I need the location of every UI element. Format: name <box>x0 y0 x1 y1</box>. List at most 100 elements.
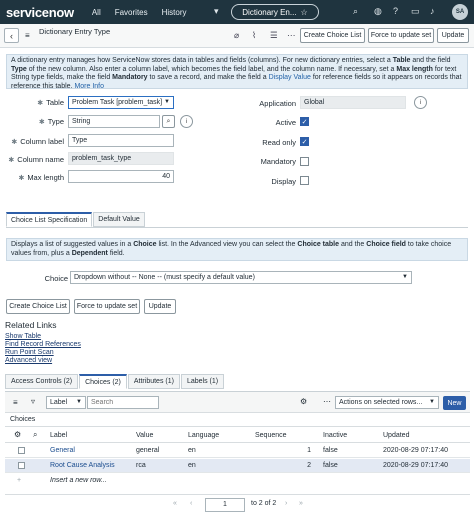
last-page-icon[interactable]: » <box>299 500 303 507</box>
display-checkbox[interactable] <box>300 176 309 185</box>
row-value[interactable]: rca <box>136 462 146 469</box>
insert-row[interactable]: + Insert a new row... <box>5 474 470 488</box>
row-updated[interactable]: 2020-08-29 07:17:40 <box>383 462 448 469</box>
hamburger-icon[interactable]: ≡ <box>25 31 30 40</box>
search-input[interactable] <box>87 396 159 409</box>
column-header-inactive[interactable]: Inactive <box>323 432 347 439</box>
update-button[interactable]: Update <box>437 28 469 43</box>
insert-row-text[interactable]: Insert a new row... <box>50 477 107 484</box>
info-text: field. <box>107 249 125 257</box>
tab-default-value[interactable]: Default Value <box>93 212 145 227</box>
chevron-down-icon[interactable]: ▾ <box>214 6 219 17</box>
tab-labels[interactable]: Labels (1) <box>180 374 225 389</box>
row-checkbox[interactable] <box>18 462 25 469</box>
nav-all[interactable]: All <box>92 8 101 17</box>
mandatory-label: Mandatory <box>260 157 296 166</box>
settings-sliders-icon[interactable]: ☰ <box>270 30 278 41</box>
display-value-link[interactable]: Display Value <box>269 74 311 81</box>
more-options-icon[interactable]: ⋯ <box>287 30 296 41</box>
create-choice-list-button-bottom[interactable]: Create Choice List <box>6 299 70 314</box>
pagination: « ‹ 1 to 2 of 2 › » <box>5 494 470 512</box>
show-table-link[interactable]: Show Table <box>5 333 41 340</box>
row-label[interactable]: Root Cause Analysis <box>50 462 115 469</box>
help-icon[interactable]: ? <box>393 6 398 16</box>
create-choice-list-button[interactable]: Create Choice List <box>300 28 365 43</box>
row-sequence[interactable]: 1 <box>255 447 311 454</box>
update-button-bottom[interactable]: Update <box>144 299 176 314</box>
find-record-references-link[interactable]: Find Record References <box>5 341 81 348</box>
row-label[interactable]: General <box>50 447 75 454</box>
force-update-set-button-bottom[interactable]: Force to update set <box>74 299 140 314</box>
type-field[interactable]: String <box>68 115 160 128</box>
max-length-field[interactable]: 40 <box>68 170 174 183</box>
settings-gear-icon[interactable]: ⚙ <box>14 430 21 439</box>
nav-history[interactable]: History <box>162 8 187 17</box>
row-language[interactable]: en <box>188 462 196 469</box>
info-bold: Choice table <box>297 241 340 248</box>
column-header-value[interactable]: Value <box>136 432 153 439</box>
previous-page-icon[interactable]: ‹ <box>190 500 192 507</box>
gear-icon[interactable]: ⚙ <box>300 397 307 406</box>
column-header-language[interactable]: Language <box>188 432 219 439</box>
info-icon[interactable]: i <box>180 115 193 128</box>
row-language[interactable]: en <box>188 447 196 454</box>
chat-icon[interactable]: ▭ <box>411 6 420 17</box>
row-inactive[interactable]: false <box>323 447 338 454</box>
next-page-icon[interactable]: › <box>285 500 287 507</box>
choice-select[interactable]: Dropdown without -- None -- (must specif… <box>70 271 412 284</box>
tab-access-controls[interactable]: Access Controls (2) <box>5 374 79 389</box>
info-text: list. In the Advanced view you can selec… <box>156 241 298 248</box>
column-header-updated[interactable]: Updated <box>383 432 409 439</box>
table-row[interactable]: Root Cause Analysis rca en 2 false 2020-… <box>5 459 470 473</box>
page-number-input[interactable]: 1 <box>205 498 245 512</box>
read-only-checkbox[interactable]: ✓ <box>300 137 309 146</box>
search-icon[interactable]: ⌕ <box>353 6 358 17</box>
search-field-select[interactable]: Label ▼ <box>46 396 86 409</box>
table-row[interactable]: General general en 1 false 2020-08-29 07… <box>5 444 470 458</box>
more-info-link[interactable]: More Info <box>74 83 104 90</box>
type-label-text: Type <box>47 117 64 126</box>
list-menu-icon[interactable]: ≡ <box>13 398 18 407</box>
column-label-field[interactable]: Type <box>68 134 174 147</box>
more-options-icon[interactable]: ⋯ <box>323 397 331 406</box>
search-icon[interactable]: ⌕ <box>162 115 175 128</box>
active-label: Active <box>275 118 296 127</box>
servicenow-logo[interactable]: servicenow <box>6 5 74 20</box>
new-button[interactable]: New <box>443 396 466 410</box>
tab-choice-list-specification[interactable]: Choice List Specification <box>6 212 93 227</box>
actions-select[interactable]: Actions on selected rows... ▼ <box>335 396 439 409</box>
context-pill[interactable]: Dictionary En... ☆ <box>231 4 319 20</box>
column-header-label[interactable]: Label <box>50 432 67 439</box>
star-icon[interactable]: ☆ <box>301 8 308 17</box>
advanced-view-link[interactable]: Advanced view <box>5 357 52 364</box>
tab-choices[interactable]: Choices (2) <box>79 374 127 389</box>
filter-icon[interactable]: ▿ <box>31 397 35 406</box>
dictionary-info-message: A dictionary entry manages how ServiceNo… <box>6 54 468 90</box>
mandatory-checkbox[interactable] <box>300 157 309 166</box>
attachment-icon[interactable]: ⌀ <box>234 30 239 41</box>
activity-icon[interactable]: ⌇ <box>252 30 256 41</box>
column-header-sequence[interactable]: Sequence <box>255 432 287 439</box>
row-updated[interactable]: 2020-08-29 07:17:40 <box>383 447 448 454</box>
row-value[interactable]: general <box>136 447 159 454</box>
nav-favorites[interactable]: Favorites <box>115 8 148 17</box>
notification-bell-icon[interactable]: ♪ <box>430 6 435 16</box>
row-sequence[interactable]: 2 <box>255 462 311 469</box>
info-bold: Max length <box>396 65 433 73</box>
run-point-scan-link[interactable]: Run Point Scan <box>5 349 54 356</box>
globe-icon[interactable]: ◍ <box>374 6 382 17</box>
tab-attributes[interactable]: Attributes (1) <box>127 374 180 389</box>
display-label: Display <box>271 177 296 186</box>
back-button[interactable]: ‹ <box>4 28 19 43</box>
active-checkbox[interactable]: ✓ <box>300 117 309 126</box>
row-inactive[interactable]: false <box>323 462 338 469</box>
row-checkbox[interactable] <box>18 447 25 454</box>
first-page-icon[interactable]: « <box>173 500 177 507</box>
search-icon[interactable]: ⌕ <box>33 430 37 440</box>
table-select[interactable]: Problem Task [problem_task] ▼ <box>68 96 174 109</box>
plus-icon[interactable]: + <box>17 477 21 484</box>
application-label: Application <box>259 99 296 108</box>
force-update-set-button[interactable]: Force to update set <box>368 28 434 43</box>
info-icon[interactable]: i <box>414 96 427 109</box>
avatar[interactable]: SA <box>452 4 468 20</box>
